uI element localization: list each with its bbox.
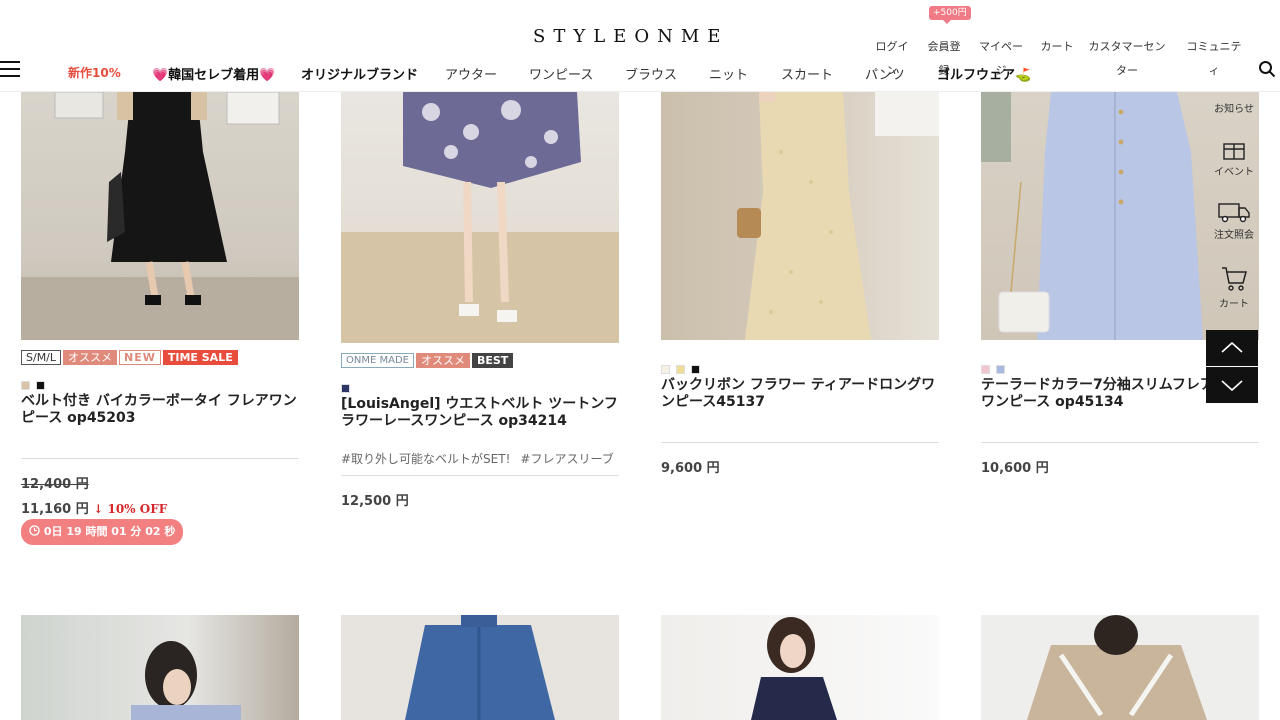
color-swatch[interactable] <box>981 365 990 374</box>
scroll-top-button[interactable] <box>1206 330 1258 366</box>
product-image[interactable] <box>21 615 299 720</box>
nav-blouse[interactable]: ブラウス <box>625 64 677 83</box>
size-tag: S/M/L <box>21 350 62 365</box>
sidebar-order-label: 注文照会 <box>1214 230 1254 241</box>
divider <box>21 458 299 459</box>
best-tag: BEST <box>471 353 514 368</box>
product-image[interactable] <box>341 92 619 343</box>
recommend-tag: オススメ <box>415 353 470 368</box>
sidebar-order[interactable]: 注文照会 <box>1212 200 1256 241</box>
divider <box>341 475 619 476</box>
product-title[interactable]: テーラードカラー7分袖スリムフレアワンピース op45134 <box>981 377 1221 411</box>
product-image[interactable] <box>341 615 619 720</box>
menu-icon[interactable] <box>0 61 20 77</box>
new-tag: NEW <box>119 350 161 365</box>
chevron-up-icon <box>1221 341 1243 353</box>
color-swatch[interactable] <box>676 365 685 374</box>
product-image[interactable] <box>981 615 1259 720</box>
product-tags: ONME MADE オススメ BEST <box>341 353 515 372</box>
sale-timer: 0日 19 時間 01 分 02 秒 <box>21 519 184 545</box>
color-swatch[interactable] <box>36 381 45 390</box>
nav-original-brand[interactable]: オリジナルブランド <box>301 64 418 83</box>
nav-new[interactable]: 新作10% <box>68 64 121 81</box>
price: 10,600 円 <box>981 461 1049 476</box>
site-logo[interactable]: STYLEONME <box>533 26 728 47</box>
nav-outer[interactable]: アウター <box>445 64 497 83</box>
gift-icon <box>1223 143 1245 160</box>
product-title[interactable]: ベルト付き バイカラーボータイ フレアワンピース op45203 <box>21 393 299 427</box>
color-swatches <box>981 359 1011 374</box>
time-sale-tag: TIME SALE <box>162 350 238 365</box>
sidebar-notice-label: お知らせ <box>1214 104 1254 115</box>
product-hashtags: #取り外し可能なベルトがSET! #フレアスリーブ <box>341 450 624 467</box>
color-swatch[interactable] <box>691 365 700 374</box>
sidebar-cart-label: カート <box>1219 299 1249 310</box>
chevron-down-icon <box>1221 380 1243 392</box>
price: 9,600 円 <box>661 461 720 476</box>
hashtag[interactable]: #フレアスリーブ <box>520 452 613 466</box>
product-image[interactable] <box>21 92 299 340</box>
onme-made-tag: ONME MADE <box>341 353 414 368</box>
nav-celeb[interactable]: 💗韓国セレブ着用💗 <box>152 64 275 83</box>
truck-icon <box>1218 203 1250 223</box>
sidebar-cart[interactable]: カート <box>1212 265 1256 310</box>
search-icon[interactable] <box>1258 60 1276 78</box>
product-image[interactable] <box>661 615 939 720</box>
nav-onepiece[interactable]: ワンピース <box>529 64 593 83</box>
cart-link[interactable]: カート <box>1040 35 1074 59</box>
divider <box>981 442 1259 443</box>
sidebar-event-label: イベント <box>1214 167 1254 178</box>
discount-label: ↓ 10% OFF <box>93 502 168 516</box>
sale-price: 11,160 円 ↓ 10% OFF <box>21 498 167 517</box>
color-swatch[interactable] <box>996 365 1005 374</box>
hashtag[interactable]: #取り外し可能なベルトがSET! <box>341 452 510 466</box>
divider <box>661 442 939 443</box>
product-title[interactable]: バックリボン フラワー ティアードロングワンピース45137 <box>661 377 939 411</box>
sidebar-notice[interactable]: お知らせ <box>1212 100 1256 115</box>
nav-golf[interactable]: ゴルフウェア⛳ <box>937 64 1031 83</box>
timer-text: 0日 19 時間 01 分 02 秒 <box>43 525 176 538</box>
color-swatches <box>341 378 356 393</box>
product-image[interactable] <box>661 92 939 340</box>
color-swatch[interactable] <box>341 384 350 393</box>
nav-skirt[interactable]: スカート <box>781 64 833 83</box>
color-swatch[interactable] <box>21 381 30 390</box>
nav-knit[interactable]: ニット <box>709 64 748 83</box>
product-tags: S/M/L オススメ NEW TIME SALE <box>21 350 240 369</box>
cart-icon <box>1222 267 1247 291</box>
sidebar-event[interactable]: イベント <box>1212 139 1256 178</box>
community-link[interactable]: コミュニティ <box>1185 35 1243 83</box>
color-swatches <box>21 375 51 390</box>
color-swatches <box>661 359 706 374</box>
recommend-tag: オススメ <box>63 350 118 365</box>
scroll-bottom-button[interactable] <box>1206 367 1258 403</box>
original-price: 12,400 円 <box>21 477 89 492</box>
price: 12,500 円 <box>341 494 409 509</box>
product-title[interactable]: [LouisAngel] ウエストベルト ツートンフラワーレースワンピース op… <box>341 396 619 430</box>
sale-price-value: 11,160 円 <box>21 502 89 517</box>
customer-center-link[interactable]: カスタマーセンター <box>1084 35 1170 83</box>
clock-icon <box>29 525 40 536</box>
nav-pants[interactable]: パンツ <box>865 64 905 83</box>
site-header: STYLEONME +500円 ログイン 会員登録 マイページ カート カスタマ… <box>0 0 1280 92</box>
color-swatch[interactable] <box>661 365 670 374</box>
signup-bonus-badge: +500円 <box>929 6 971 24</box>
